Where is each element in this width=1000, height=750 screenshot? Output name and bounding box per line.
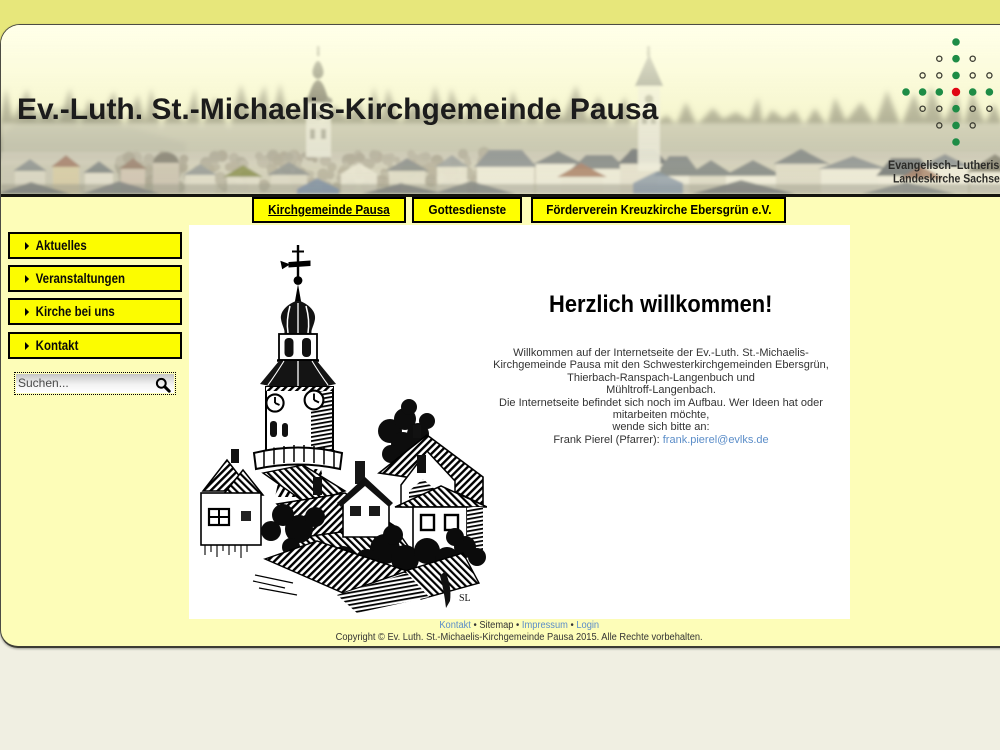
svg-text:Evangelisch–Lutherische: Evangelisch–Lutherische: [888, 160, 1000, 172]
svg-text:SL: SL: [459, 593, 471, 604]
svg-text:Landeskirche Sachsens: Landeskirche Sachsens: [893, 173, 1000, 185]
